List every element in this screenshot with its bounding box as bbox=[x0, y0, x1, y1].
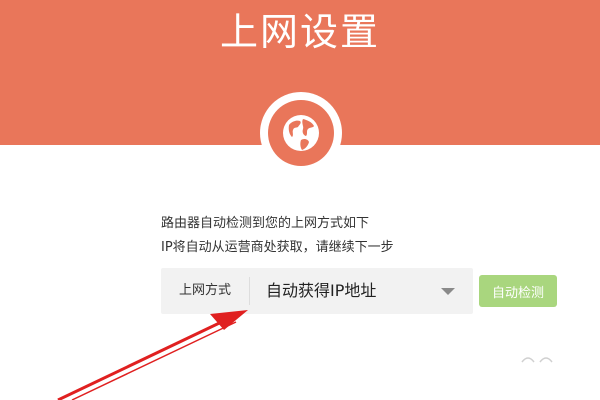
red-arrow-annotation bbox=[57, 310, 248, 400]
watermark-icon bbox=[521, 357, 553, 363]
